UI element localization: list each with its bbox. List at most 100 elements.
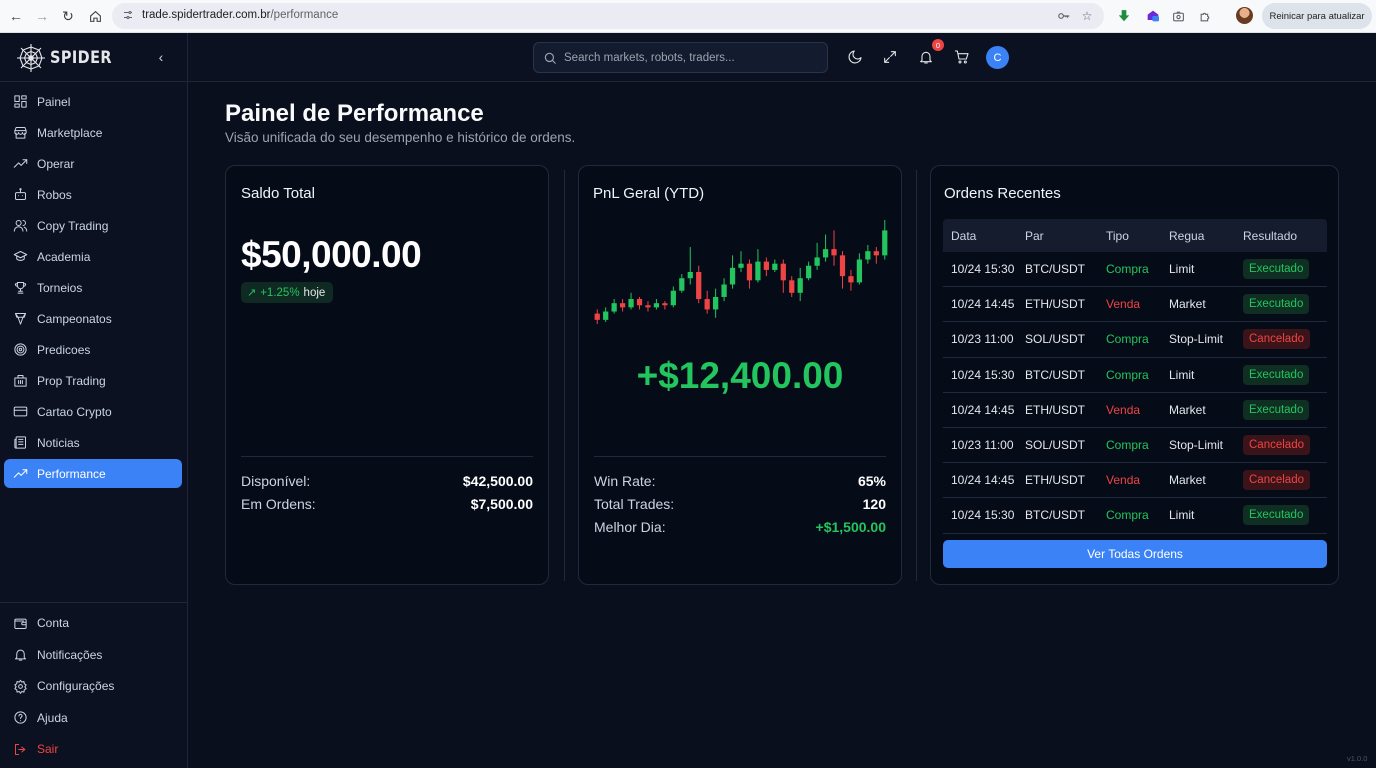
win-rate-label: Win Rate:: [594, 473, 656, 489]
extension-icon[interactable]: [1143, 6, 1163, 26]
order-pair: ETH/USDT: [1025, 297, 1085, 312]
sidebar-item-conta[interactable]: Conta: [4, 608, 182, 638]
card-divider: [594, 456, 886, 457]
back-icon[interactable]: ←: [6, 6, 26, 26]
sidebar-item-notificacoes[interactable]: Notificações: [4, 640, 182, 670]
sidebar: SPIDER ‹ Painel Marketplace Operar Robos…: [0, 33, 188, 768]
order-result: Executado: [1243, 294, 1327, 315]
home-icon[interactable]: [85, 6, 105, 26]
available-row: Disponível: $42,500.00: [241, 471, 533, 491]
table-row[interactable]: 10/24 14:45 ETH/USDT Venda Market Cancelado: [943, 463, 1327, 499]
sidebar-item-configuracoes[interactable]: Configurações: [4, 671, 182, 701]
users-icon: [12, 218, 28, 234]
table-row[interactable]: 10/24 15:30 BTC/USDT Compra Limit Executado: [943, 358, 1327, 393]
sidebar-item-ajuda[interactable]: Ajuda: [4, 703, 182, 733]
brand-logo[interactable]: SPIDER: [16, 43, 123, 73]
table-row[interactable]: 10/24 15:30 BTC/USDT Compra Limit Executado: [943, 252, 1327, 288]
sidebar-item-painel[interactable]: Painel: [4, 87, 182, 116]
table-row[interactable]: 10/24 14:45 ETH/USDT Venda Market Executado: [943, 393, 1327, 428]
sidebar-item-label: Torneios: [37, 280, 83, 295]
puzzle-extensions-icon[interactable]: [1195, 6, 1215, 26]
card-title: Saldo Total: [241, 185, 315, 202]
view-all-orders-button[interactable]: Ver Todas Ordens: [943, 540, 1327, 568]
newspaper-icon: [12, 435, 28, 451]
order-date: 10/24 15:30: [951, 367, 1015, 382]
order-pair: ETH/USDT: [1025, 402, 1085, 417]
sidebar-item-operar[interactable]: Operar: [4, 149, 182, 178]
table-row[interactable]: 10/23 11:00 SOL/USDT Compra Stop-Limit Cance…: [943, 322, 1327, 358]
top-bar: 0 C: [188, 33, 1376, 82]
sidebar-item-label: Copy Trading: [37, 218, 109, 233]
sidebar-item-torneios[interactable]: Torneios: [4, 273, 182, 302]
order-result: Cancelado: [1243, 470, 1327, 491]
order-type: Venda: [1106, 297, 1141, 312]
column-divider: [564, 170, 565, 581]
sidebar-item-label: Painel: [37, 94, 71, 109]
sidebar-item-cartao-crypto[interactable]: Cartao Crypto: [4, 397, 182, 426]
order-result-badge: Executado: [1243, 364, 1310, 385]
candle-down: [662, 303, 668, 306]
column-header-tipo[interactable]: Tipo: [1106, 229, 1169, 243]
sidebar-item-sair[interactable]: Sair: [4, 734, 182, 764]
candle-up: [729, 267, 736, 285]
screenshot-icon[interactable]: [1168, 6, 1188, 26]
sidebar-item-prop-trading[interactable]: Prop Trading: [4, 366, 182, 395]
sidebar-item-academia[interactable]: Academia: [4, 242, 182, 271]
notifications-bell-icon[interactable]: [917, 48, 935, 66]
collapse-sidebar-icon[interactable]: ‹: [152, 48, 170, 66]
sidebar-item-copy-trading[interactable]: Copy Trading: [4, 211, 182, 240]
address-bar[interactable]: trade.spidertrader.com.br/performance ☆: [112, 3, 1104, 29]
site-info-icon[interactable]: [122, 9, 136, 23]
reload-icon[interactable]: ↻: [58, 6, 78, 26]
search-input[interactable]: [564, 49, 819, 67]
search-box[interactable]: [533, 42, 828, 73]
candle-down: [619, 303, 626, 308]
sidebar-item-performance[interactable]: Performance: [4, 459, 182, 488]
column-header-regua[interactable]: Regua: [1169, 229, 1243, 243]
forward-icon[interactable]: →: [32, 6, 52, 26]
candle-down: [645, 305, 651, 308]
password-key-icon[interactable]: [1056, 8, 1072, 24]
table-header: Data Par Tipo Regua Resultado: [943, 219, 1327, 252]
sidebar-item-marketplace[interactable]: Marketplace: [4, 118, 182, 147]
order-type: Compra: [1106, 508, 1149, 523]
user-avatar[interactable]: C: [986, 46, 1009, 69]
cart-icon[interactable]: [953, 48, 971, 66]
sidebar-item-label: Marketplace: [37, 125, 103, 140]
order-pair: SOL/USDT: [1025, 332, 1086, 347]
sidebar-item-label: Robos: [37, 187, 72, 202]
order-type: Compra: [1106, 332, 1149, 347]
order-date: 10/23 11:00: [951, 438, 1014, 453]
update-browser-button[interactable]: Reinicar para atualizar: [1262, 3, 1372, 29]
balance-card: Saldo Total $50,000.00 ↗ +1.25% hoje Dis…: [225, 165, 549, 585]
table-row[interactable]: 10/24 14:45 ETH/USDT Venda Market Executado: [943, 287, 1327, 323]
pnl-candlestick-chart: [594, 220, 888, 324]
sidebar-item-robos[interactable]: Robos: [4, 180, 182, 209]
order-date: 10/24 15:30: [951, 508, 1015, 523]
browser-profile-avatar[interactable]: [1236, 7, 1253, 24]
browser-toolbar: ← → ↻ trade.spidertrader.com.br/performa…: [0, 0, 1376, 33]
sidebar-item-label: Notificações: [37, 647, 103, 662]
order-pair: BTC/USDT: [1025, 262, 1085, 277]
bookmark-star-icon[interactable]: ☆: [1079, 8, 1095, 24]
candle-up: [882, 230, 888, 256]
arrow-up-right-icon: ↗: [247, 287, 257, 299]
column-header-data[interactable]: Data: [943, 229, 1025, 243]
credit-card-icon: [12, 404, 28, 420]
column-header-resultado[interactable]: Resultado: [1243, 229, 1327, 243]
candle-up: [611, 303, 617, 312]
order-result-badge: Executado: [1243, 505, 1310, 526]
order-result-badge: Cancelado: [1243, 329, 1310, 350]
sidebar-item-noticias[interactable]: Noticias: [4, 428, 182, 457]
download-icon[interactable]: [1114, 6, 1134, 26]
column-header-par[interactable]: Par: [1025, 229, 1106, 243]
table-row[interactable]: 10/24 15:30 BTC/USDT Compra Limit Executado: [943, 498, 1327, 534]
fullscreen-expand-icon[interactable]: [881, 48, 899, 66]
sidebar-item-campeonatos[interactable]: Campeonatos: [4, 304, 182, 333]
candle-down: [839, 255, 846, 277]
url-text: trade.spidertrader.com.br/performance: [142, 9, 339, 21]
table-row[interactable]: 10/23 11:00 SOL/USDT Compra Stop-Limit Cance…: [943, 428, 1327, 464]
order-rule: Market: [1169, 473, 1206, 488]
sidebar-item-predicoes[interactable]: Predicoes: [4, 335, 182, 364]
theme-toggle-moon-icon[interactable]: [846, 48, 864, 66]
